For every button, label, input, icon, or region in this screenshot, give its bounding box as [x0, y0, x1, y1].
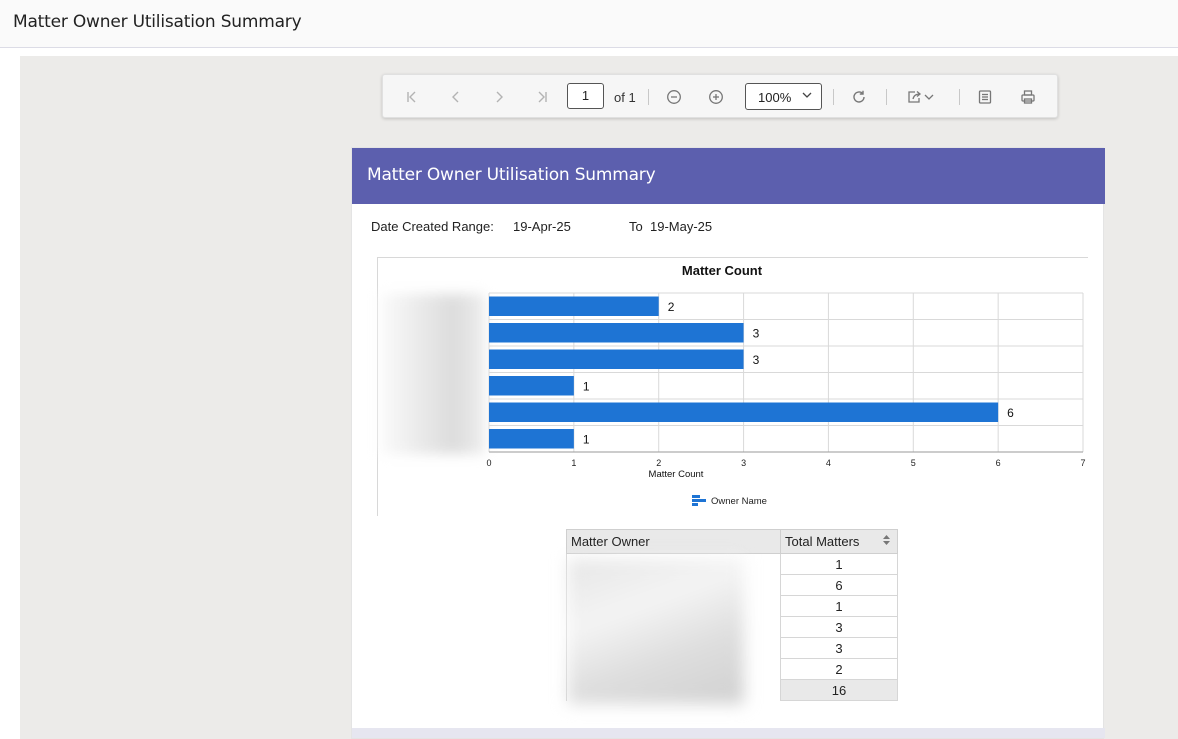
zoom-select[interactable]: 100%: [745, 83, 822, 110]
chart-bar: [489, 376, 574, 396]
matter-count-chart: Matter Count 2 3 3 1 6 1 0 1 2 3 4 5 6 7 Matter Count Ow…: [377, 257, 1088, 516]
date-range-label: Date Created Range:: [371, 219, 494, 234]
x-tick-label: 5: [911, 458, 916, 468]
chart-bar: [489, 323, 744, 343]
legend-label: Owner Name: [711, 496, 767, 507]
chart-bar: [489, 429, 574, 449]
toolbar-divider: [833, 89, 834, 105]
toolbar-divider: [959, 89, 960, 105]
bar-value-label: 3: [753, 353, 760, 367]
x-tick-label: 6: [996, 458, 1001, 468]
page-count-label: of 1: [614, 90, 636, 105]
report-title: Matter Owner Utilisation Summary: [367, 165, 656, 185]
x-tick-label: 0: [486, 458, 491, 468]
legend-swatch-icon: [692, 503, 698, 506]
total-cell: 1: [780, 595, 898, 617]
total-cell: 6: [780, 574, 898, 596]
document-map-icon[interactable]: [974, 86, 996, 108]
date-from-value: 19-Apr-25: [513, 219, 571, 234]
refresh-icon[interactable]: [848, 86, 870, 108]
print-icon[interactable]: [1017, 86, 1039, 108]
column-header-label: Total Matters: [785, 534, 860, 549]
total-cell: 2: [780, 658, 898, 680]
bar-value-label: 2: [668, 300, 675, 314]
report-page: Matter Owner Utilisation Summary Date Cr…: [351, 147, 1105, 739]
total-cell: 1: [780, 553, 898, 575]
chevron-down-icon: [802, 92, 812, 98]
sort-icon[interactable]: [882, 534, 891, 549]
bar-value-label: 1: [583, 379, 590, 393]
chart-bar: [489, 349, 744, 369]
zoom-out-icon[interactable]: [663, 86, 685, 108]
total-cell: 3: [780, 616, 898, 638]
chart-bar: [489, 402, 999, 422]
owner-column-redacted: [568, 559, 744, 704]
legend-swatch-icon: [692, 499, 706, 502]
x-tick-label: 3: [741, 458, 746, 468]
x-tick-label: 4: [826, 458, 831, 468]
page-number-input[interactable]: 1: [567, 83, 604, 109]
next-page-icon[interactable]: [488, 86, 510, 108]
date-to-value: 19-May-25: [650, 219, 713, 234]
toolbar-divider: [886, 89, 887, 105]
export-icon[interactable]: [903, 86, 939, 108]
viewer-toolbar: 1 of 1 100%: [382, 74, 1058, 118]
last-page-icon[interactable]: [531, 86, 553, 108]
grand-total-cell: 16: [780, 679, 898, 701]
total-cell: 3: [780, 637, 898, 659]
x-tick-label: 1: [571, 458, 576, 468]
x-tick-label: 2: [656, 458, 661, 468]
bar-chart-svg: Matter Count2331610 1 2 3 4 5 6 7Matter CountOw…: [486, 263, 1085, 507]
page-header: Matter Owner Utilisation Summary: [0, 0, 1178, 48]
x-tick-label: 7: [1080, 458, 1085, 468]
page-title: Matter Owner Utilisation Summary: [13, 12, 302, 32]
first-page-icon[interactable]: [401, 86, 423, 108]
chart-title: Matter Count: [682, 263, 763, 278]
report-viewer: 1 of 1 100% Matter Owner Utilisation Sum…: [20, 56, 1178, 739]
report-banner: Matter Owner Utilisation Summary: [352, 148, 1105, 204]
bar-value-label: 1: [583, 432, 590, 446]
chart-bar: [489, 296, 659, 316]
report-footer-band: [352, 728, 1105, 738]
previous-page-icon[interactable]: [445, 86, 467, 108]
legend-swatch-icon: [692, 495, 700, 498]
x-axis-title: Matter Count: [649, 469, 704, 480]
toolbar-divider: [648, 89, 649, 105]
bar-value-label: 3: [753, 326, 760, 340]
column-header-total-matters[interactable]: Total Matters: [780, 529, 898, 554]
bar-value-label: 6: [1007, 406, 1014, 420]
zoom-in-icon[interactable]: [705, 86, 727, 108]
to-label: To: [629, 219, 643, 234]
zoom-value: 100%: [758, 90, 792, 105]
column-header-matter-owner[interactable]: Matter Owner: [566, 529, 781, 554]
